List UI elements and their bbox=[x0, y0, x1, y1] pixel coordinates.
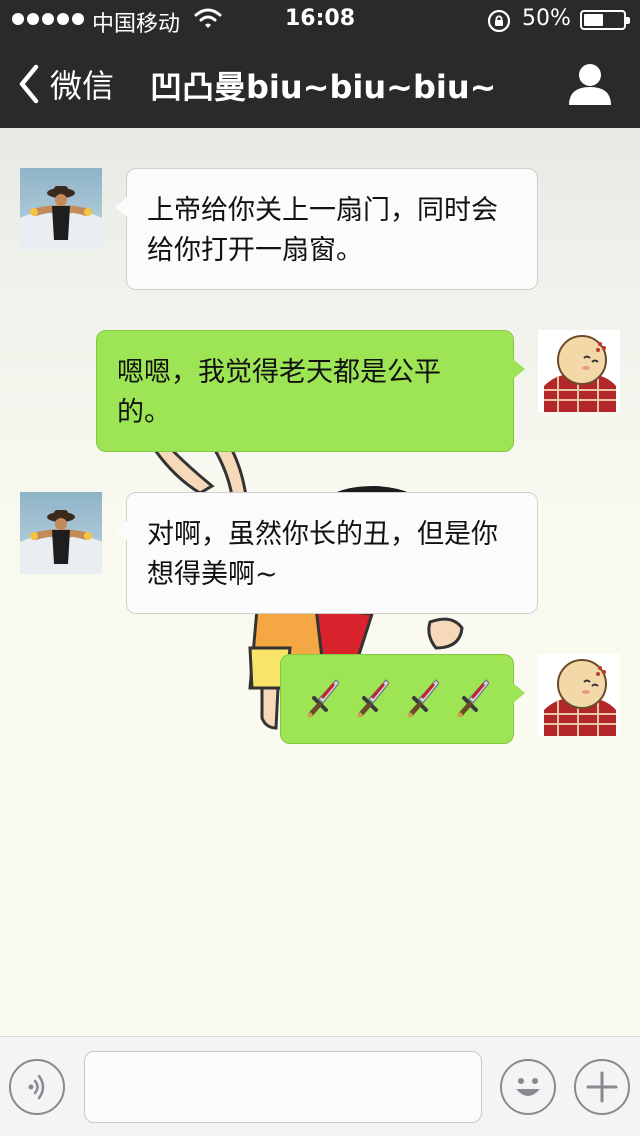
my-avatar-image bbox=[544, 335, 616, 412]
message-text-line: 嗯嗯，我觉得老天都是公平 bbox=[117, 357, 441, 388]
message-text-line: 的。 bbox=[117, 397, 171, 428]
message-bubble-incoming[interactable]: 对啊，虽然你长的丑，但是你 想得美啊~ bbox=[115, 492, 538, 614]
emoji-button[interactable] bbox=[500, 1059, 556, 1115]
contact-avatar[interactable] bbox=[20, 168, 102, 250]
person-icon[interactable] bbox=[566, 62, 614, 106]
dagger-icon bbox=[407, 679, 439, 718]
message-bubble-incoming[interactable]: 上帝给你关上一扇门，同时会 给你打开一扇窗。 bbox=[115, 168, 538, 290]
dagger-icon bbox=[307, 679, 339, 718]
my-avatar[interactable] bbox=[538, 330, 620, 412]
message-bubble-outgoing[interactable] bbox=[280, 654, 525, 744]
battery-icon bbox=[580, 10, 630, 30]
contact-avatar[interactable] bbox=[20, 492, 102, 574]
battery-fill bbox=[584, 14, 603, 26]
dagger-icon bbox=[357, 679, 389, 718]
message-text-line: 想得美啊~ bbox=[147, 559, 278, 590]
my-avatar-image bbox=[544, 659, 616, 736]
voice-button[interactable] bbox=[9, 1059, 65, 1115]
chevron-left-icon bbox=[19, 64, 39, 104]
plus-icon bbox=[586, 1071, 618, 1103]
message-bubble-outgoing[interactable]: 嗯嗯，我觉得老天都是公平 的。 bbox=[96, 330, 525, 452]
emoji-row bbox=[301, 677, 493, 719]
chat-title: 凹凸曼biu~biu~biu~ bbox=[150, 68, 497, 106]
contact-avatar-image bbox=[20, 186, 102, 250]
message-text-line: 对啊，虽然你长的丑，但是你 bbox=[147, 519, 498, 550]
input-bar bbox=[0, 1036, 640, 1136]
message-input[interactable] bbox=[84, 1051, 482, 1123]
my-avatar[interactable] bbox=[538, 654, 620, 736]
smiley-icon bbox=[516, 1078, 540, 1096]
more-button[interactable] bbox=[574, 1059, 630, 1115]
status-bar: 中国移动 16:08 50% bbox=[0, 0, 640, 40]
rotation-lock-icon bbox=[487, 9, 511, 33]
top-bar: 中国移动 16:08 50% 微信 凹凸曼biu~biu~biu~ bbox=[0, 0, 640, 128]
voice-icon bbox=[28, 1074, 45, 1100]
dagger-icon bbox=[457, 679, 489, 718]
contact-avatar-image bbox=[20, 510, 102, 574]
battery-percent: 50% bbox=[522, 6, 571, 31]
message-text-line: 上帝给你关上一扇门，同时会 bbox=[147, 195, 498, 226]
back-label: 微信 bbox=[50, 67, 115, 105]
back-button[interactable]: 微信 bbox=[14, 56, 114, 112]
message-text-line: 给你打开一扇窗。 bbox=[147, 235, 363, 266]
